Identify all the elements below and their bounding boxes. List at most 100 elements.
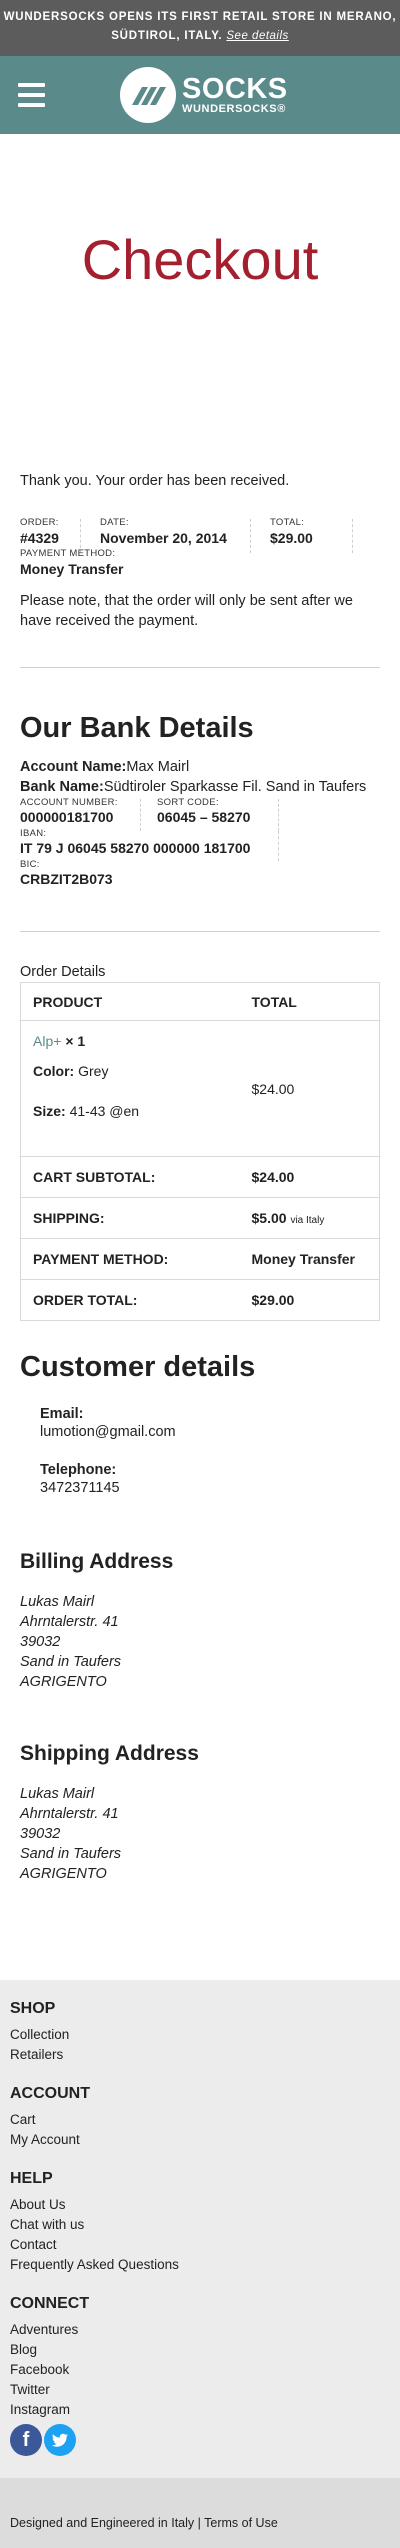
footer-link-blog[interactable]: Blog [10, 2340, 390, 2360]
account-number-value: 000000181700 [20, 809, 114, 825]
payment-method-value: Money Transfer [20, 561, 124, 577]
size-value: 41-43 @en [69, 1103, 140, 1119]
shipping-via: via Italy [290, 1215, 325, 1226]
order-date-value: November 20, 2014 [100, 530, 227, 546]
footer-link-twitter[interactable]: Twitter [10, 2380, 390, 2400]
bank-name-value: Südtiroler Sparkasse Fil. Sand in Taufer… [103, 779, 367, 795]
bank-name-label: Bank Name: [20, 779, 104, 795]
customer-email: Email: lumotion@gmail.com [20, 1406, 380, 1440]
product-link[interactable]: Alp+ [33, 1033, 61, 1049]
bic-value: CRBZIT2B073 [20, 871, 113, 887]
footer-help: HELP About Us Chat with us Contact Frequ… [10, 2170, 390, 2275]
logo-wordmark: SOCKS [182, 73, 288, 105]
divider [278, 799, 279, 831]
footer-heading-account: ACCOUNT [10, 2085, 90, 2102]
shipping-address-line: 39032 [20, 1826, 61, 1842]
divider [20, 931, 380, 932]
table-row: Alp+ × 1 Color: Grey Size: 41-43 @en $24… [20, 1020, 380, 1157]
banner-text: WUNDERSOCKS OPENS ITS FIRST RETAIL STORE… [3, 11, 397, 42]
site-logo[interactable]: SOCKS WUNDERSOCKS® [120, 67, 288, 123]
footer-link-chat[interactable]: Chat with us [10, 2215, 390, 2235]
customer-telephone: Telephone: 3472371145 [20, 1462, 380, 1496]
footer-link-faq[interactable]: Frequently Asked Questions [10, 2255, 390, 2275]
footer-heading-help: HELP [10, 2170, 53, 2187]
facebook-icon[interactable]: f [10, 2424, 42, 2456]
color-label: Color: [33, 1063, 75, 1079]
page-title: Checkout [81, 228, 319, 291]
order-details-heading: Order Details [20, 964, 106, 980]
customer-details-heading: Customer details [20, 1351, 256, 1383]
bank-details-heading: Our Bank Details [20, 712, 254, 744]
telephone-label: Telephone: [40, 1462, 117, 1478]
logo-mark-icon [120, 67, 176, 123]
email-value: lumotion@gmail.com [40, 1424, 176, 1440]
billing-address-line: Lukas Mairl [20, 1594, 95, 1610]
payment-note: Please note, that the order will only be… [20, 593, 353, 629]
billing-address-heading: Billing Address [20, 1550, 174, 1573]
site-header: SOCKS WUNDERSOCKS® [0, 56, 400, 134]
footer-link-my-account[interactable]: My Account [10, 2130, 390, 2150]
shipping-value: $5.00 [251, 1210, 287, 1226]
telephone-value: 3472371145 [40, 1480, 120, 1496]
bic-label: BIC: [20, 859, 40, 870]
payment-method-row-label: PAYMENT METHOD: [20, 1238, 240, 1280]
footer-link-collection[interactable]: Collection [10, 2025, 390, 2045]
top-announcement-banner: WUNDERSOCKS OPENS ITS FIRST RETAIL STORE… [0, 0, 400, 56]
shipping-address-heading: Shipping Address [20, 1742, 199, 1765]
sort-code-value: 06045 – 58270 [157, 809, 251, 825]
account-name-row: Account Name:Max Mairl [20, 759, 380, 775]
footer-link-cart[interactable]: Cart [10, 2110, 390, 2130]
account-name-label: Account Name: [20, 759, 127, 775]
shipping-label: SHIPPING: [20, 1197, 240, 1239]
twitter-icon[interactable] [44, 2424, 76, 2456]
column-header-product: PRODUCT [20, 982, 240, 1021]
divider [250, 519, 251, 553]
footer-link-retailers[interactable]: Retailers [10, 2045, 390, 2065]
menu-hamburger-icon[interactable] [18, 83, 45, 107]
footer-link-facebook[interactable]: Facebook [10, 2360, 390, 2380]
shipping-address-line: Sand in Taufers [20, 1846, 122, 1862]
table-row: SHIPPING: $5.00 via Italy [20, 1197, 380, 1239]
product-size: Size: 41-43 @en [33, 1103, 228, 1119]
payment-method-label: PAYMENT METHOD: [20, 548, 116, 559]
footer-shop: SHOP Collection Retailers [10, 2000, 390, 2065]
account-number-label: ACCOUNT NUMBER: [20, 797, 118, 808]
shipping-cell: $5.00 via Italy [239, 1197, 380, 1239]
product-quantity: × 1 [65, 1033, 86, 1049]
divider [140, 799, 141, 831]
footer-heading-connect: CONNECT [10, 2295, 90, 2312]
iban-label: IBAN: [20, 828, 47, 839]
subtotal-label: CART SUBTOTAL: [20, 1156, 240, 1198]
table-row: CART SUBTOTAL: $24.00 [20, 1156, 380, 1198]
footer-bottom-bar: Designed and Engineered in Italy | Terms… [0, 2478, 400, 2548]
banner-see-details-link[interactable]: See details [226, 30, 288, 42]
subtotal-value: $24.00 [239, 1156, 380, 1198]
order-total-value: $29.00 [270, 530, 313, 546]
table-row: PAYMENT METHOD: Money Transfer [20, 1238, 380, 1280]
divider [278, 831, 279, 861]
billing-address-line: Sand in Taufers [20, 1654, 122, 1670]
social-icons: f [10, 2424, 390, 2456]
billing-address: Lukas Mairl Ahrntalerstr. 41 39032 Sand … [20, 1592, 380, 1692]
footer-connect: CONNECT Adventures Blog Facebook Twitter… [10, 2295, 390, 2456]
footer-heading-shop: SHOP [10, 2000, 56, 2017]
account-name-value: Max Mairl [126, 759, 190, 775]
product-color: Color: Grey [33, 1063, 228, 1079]
logo-subtitle: WUNDERSOCKS® [182, 103, 286, 115]
site-footer: SHOP Collection Retailers ACCOUNT Cart M… [0, 1980, 400, 2478]
footer-link-adventures[interactable]: Adventures [10, 2320, 390, 2340]
color-value: Grey [78, 1063, 109, 1079]
order-details-table: PRODUCT TOTAL Alp+ × 1 Color: Grey Size:… [20, 982, 380, 1321]
payment-method-row-value: Money Transfer [239, 1238, 380, 1280]
order-date-label: DATE: [100, 517, 129, 528]
footer-link-instagram[interactable]: Instagram [10, 2400, 390, 2420]
product-price: $24.00 [239, 1020, 380, 1157]
terms-of-use-link[interactable]: Terms of Use [204, 2516, 278, 2530]
footer-link-contact[interactable]: Contact [10, 2235, 390, 2255]
bank-name-row: Bank Name:Südtiroler Sparkasse Fil. Sand… [20, 779, 380, 795]
shipping-address-line: Ahrntalerstr. 41 [20, 1806, 119, 1822]
order-total-label: TOTAL: [270, 517, 305, 528]
footer-credit-text: Designed and Engineered in Italy [10, 2516, 195, 2530]
footer-link-about-us[interactable]: About Us [10, 2195, 390, 2215]
order-number-label: ORDER: [20, 517, 59, 528]
